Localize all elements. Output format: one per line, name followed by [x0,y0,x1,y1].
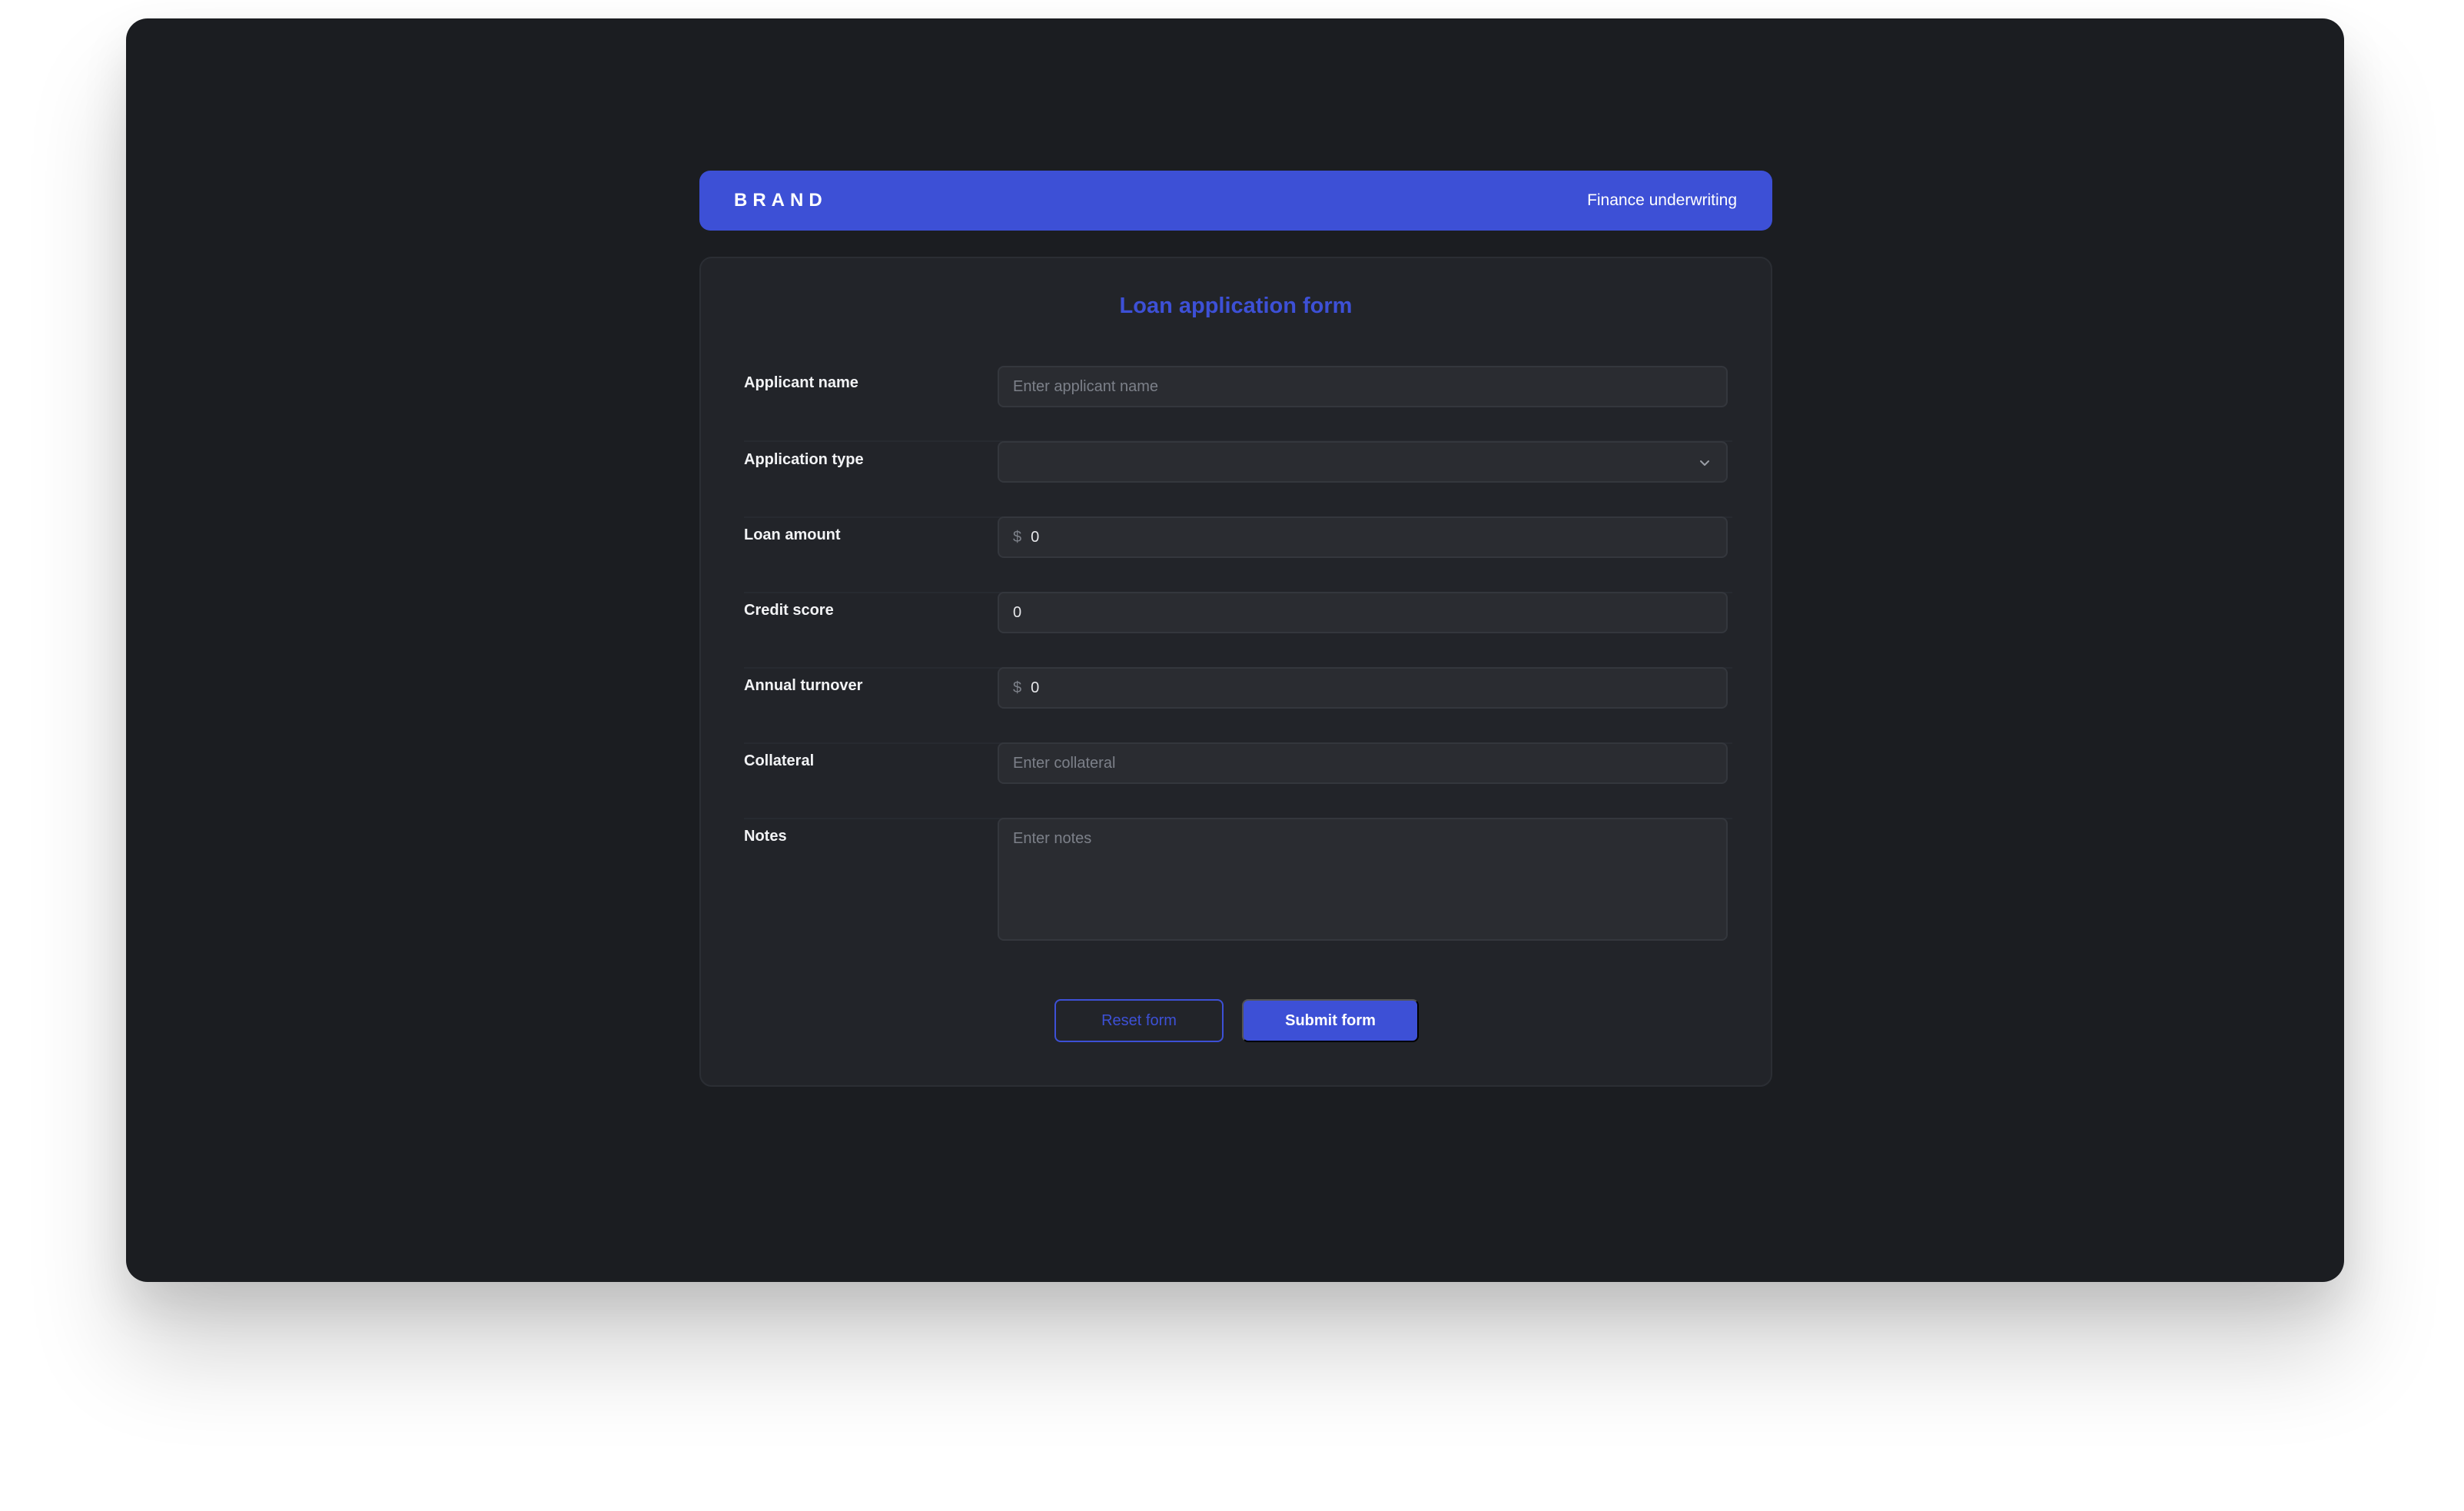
collateral-placeholder: Enter collateral [1013,754,1116,772]
applicant-name-placeholder: Enter applicant name [1013,377,1159,395]
form-title: Loan application form [1119,294,1353,318]
submit-form-button[interactable]: Submit form [1242,999,1419,1042]
collateral-input[interactable]: Enter collateral [998,742,1728,784]
brand-subtitle: Finance underwriting [1587,191,1737,209]
brand-bar: BRAND Finance underwriting [699,171,1772,231]
notes-textarea[interactable]: Enter notes [998,818,1728,941]
brand-logo[interactable]: BRAND [734,190,828,211]
loan-amount-currency-prefix: $ [1013,528,1022,546]
loan-amount-value: 0 [1031,528,1040,546]
reset-form-button[interactable]: Reset form [1054,999,1224,1042]
annual-turnover-label: Annual turnover [744,677,863,694]
applicant-name-input[interactable]: Enter applicant name [998,366,1728,407]
applicant-name-label: Applicant name [744,374,858,391]
annual-turnover-value: 0 [1031,679,1040,696]
loan-amount-input[interactable]: $ 0 [998,516,1728,558]
application-type-select[interactable] [998,441,1728,483]
annual-turnover-input[interactable]: $ 0 [998,667,1728,709]
credit-score-value: 0 [1013,603,1022,621]
credit-score-label: Credit score [744,602,834,619]
loan-amount-label: Loan amount [744,526,841,543]
application-type-label: Application type [744,451,864,468]
credit-score-input[interactable]: 0 [998,592,1728,633]
notes-label: Notes [744,828,787,845]
collateral-label: Collateral [744,752,815,769]
annual-turnover-currency-prefix: $ [1013,679,1022,696]
form-card: Loan application form Applicant name Ent… [699,257,1772,1087]
notes-placeholder: Enter notes [1013,830,1092,847]
chevron-down-icon [1700,460,1709,466]
